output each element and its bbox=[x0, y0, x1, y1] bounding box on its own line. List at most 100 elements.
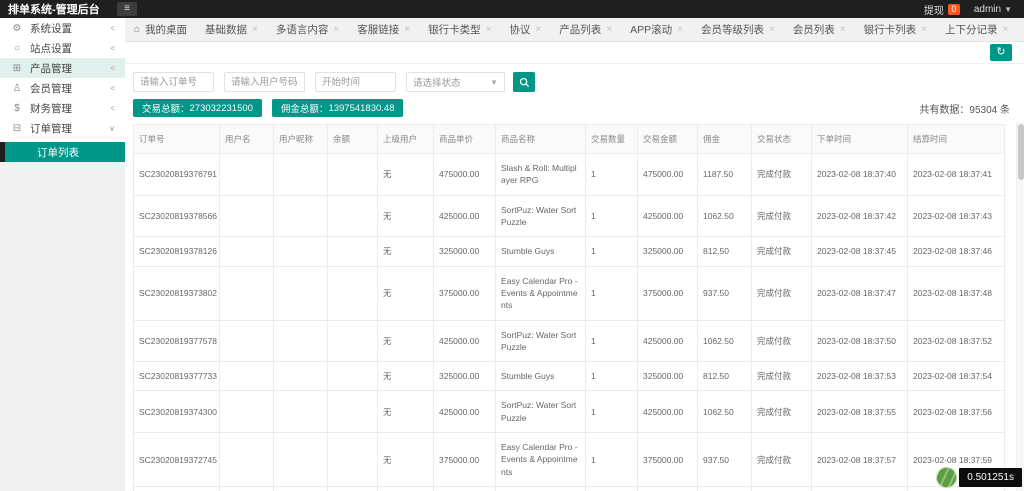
status-select[interactable]: 请选择状态 ▼ bbox=[406, 72, 505, 92]
tab-11[interactable]: 银行卡列表 × bbox=[855, 18, 936, 41]
table-row: SC23020819373802 无 375000.00 Easy Calendar … bbox=[133, 265, 1005, 321]
cell: 375000.00 bbox=[433, 265, 496, 321]
tab-3[interactable]: 多语言内容 × bbox=[267, 18, 348, 41]
tab-13[interactable]: 钱包明细× bbox=[1017, 18, 1024, 41]
sidebar-item-站点设置[interactable]: ○ 站点设置 < bbox=[0, 38, 125, 58]
cell: 2023-02-08 18:37:54 bbox=[907, 361, 1005, 392]
cell: 无 bbox=[377, 319, 434, 363]
table-row: SC23020819397095无375000.00Easy Calendar … bbox=[133, 486, 1005, 491]
tab-close-icon[interactable]: × bbox=[535, 24, 541, 35]
tab-label: 银行卡列表 bbox=[863, 24, 917, 36]
cell: 无 bbox=[377, 265, 434, 321]
sidebar-item-会员管理[interactable]: ♙ 会员管理 < bbox=[0, 78, 125, 98]
table-row: SC23020819378566 无 425000.00 SortPuz: Water… bbox=[133, 194, 1005, 238]
cell bbox=[273, 153, 328, 196]
sidebar-item-系统设置[interactable]: ⚙ 系统设置 < bbox=[0, 18, 125, 38]
chevron-down-icon: ▼ bbox=[1004, 4, 1012, 14]
cell bbox=[327, 265, 378, 321]
tab-close-icon[interactable]: × bbox=[677, 24, 683, 35]
user-menu[interactable]: admin ▼ bbox=[974, 4, 1012, 15]
sidebar-item-label: 会员管理 bbox=[30, 82, 72, 95]
search-icon bbox=[519, 77, 529, 87]
start-time-input[interactable] bbox=[315, 72, 396, 92]
sidebar-item-财务管理[interactable]: $ 财务管理 < bbox=[0, 98, 125, 118]
cell: 325000.00 bbox=[433, 236, 496, 267]
cell: 2023-02-08 18:37:48 bbox=[907, 265, 1005, 321]
column-header: 上级用户 bbox=[377, 124, 434, 154]
refresh-button[interactable]: ↻ bbox=[990, 44, 1012, 61]
admin-app: 排单系统-管理后台 ≡ 提现 0 admin ▼ ⚙ 系统设置 < ○ 站点设置 < ⊞ 产品管… bbox=[0, 0, 1024, 491]
thinkphp-icon[interactable] bbox=[936, 467, 958, 488]
tab-7[interactable]: 产品列表 × bbox=[550, 18, 621, 41]
tab-close-icon[interactable]: × bbox=[769, 24, 775, 35]
cell: 375000.00 bbox=[637, 265, 698, 321]
tab-2[interactable]: 基础数据 × bbox=[196, 18, 267, 41]
tab-9[interactable]: 会员等级列表 × bbox=[692, 18, 784, 41]
cell: 375000.00 bbox=[433, 432, 496, 487]
cell: 完成付款 bbox=[751, 265, 812, 321]
scrollbar-thumb[interactable] bbox=[1018, 124, 1024, 180]
cell: Easy Calendar Pro - Events & Appointment… bbox=[495, 265, 586, 321]
cell bbox=[273, 265, 328, 321]
sidebar: ⚙ 系统设置 < ○ 站点设置 < ⊞ 产品管理 < ♙ 会员管理 < $ 财务管理 < ⊟ 订单管理 ∨ 订单列表 bbox=[0, 18, 125, 491]
cell: SortPuz: Water Sort Puzzle bbox=[495, 194, 586, 238]
cell bbox=[273, 236, 328, 267]
tab-close-icon[interactable]: × bbox=[333, 24, 339, 35]
tab-10[interactable]: 会员列表 × bbox=[784, 18, 855, 41]
tab-close-icon[interactable]: × bbox=[252, 24, 258, 35]
search-button[interactable] bbox=[513, 72, 535, 92]
debug-widget: 0.501251s bbox=[936, 467, 1022, 488]
commission-total-label: 佣金总额： bbox=[280, 104, 329, 115]
cell: 2023-02-08 18:37:45 bbox=[811, 236, 908, 267]
tab-4[interactable]: 客服链接 × bbox=[348, 18, 419, 41]
hamburger-icon[interactable]: ≡ bbox=[117, 2, 137, 16]
tab-1[interactable]: ⌂ 我的桌面 bbox=[125, 18, 196, 41]
cell: 325000.00 bbox=[637, 236, 698, 267]
cell bbox=[273, 319, 328, 363]
tab-close-icon[interactable]: × bbox=[486, 24, 492, 35]
cell bbox=[219, 236, 274, 267]
cell bbox=[273, 361, 328, 392]
tab-12[interactable]: 上下分记录 × bbox=[936, 18, 1017, 41]
user-icon: ♙ bbox=[12, 82, 22, 94]
tab-label: 客服链接 bbox=[357, 24, 400, 36]
column-header: 余额 bbox=[327, 124, 378, 154]
user-no-input[interactable] bbox=[224, 72, 305, 92]
tab-6[interactable]: 协议 × bbox=[500, 18, 550, 41]
withdraw-link[interactable]: 提现 bbox=[924, 2, 944, 17]
tab-8[interactable]: APP滚动 × bbox=[621, 18, 692, 41]
sidebar-item-订单管理[interactable]: ⊟ 订单管理 ∨ bbox=[0, 118, 125, 138]
cell: 425000.00 bbox=[637, 319, 698, 363]
cell bbox=[273, 194, 328, 238]
cell: 1187.50 bbox=[697, 153, 752, 196]
vertical-scrollbar[interactable] bbox=[1016, 122, 1024, 491]
tab-close-icon[interactable]: × bbox=[921, 24, 927, 35]
cell: 325000.00 bbox=[433, 361, 496, 392]
table-body: SC23020819376791 无 475000.00 Slash & Roll: … bbox=[133, 153, 1005, 491]
tab-label: 银行卡类型 bbox=[428, 24, 481, 36]
cell: 完成付款 bbox=[751, 236, 812, 267]
cell: 2023-02-08 18:37:52 bbox=[907, 319, 1005, 363]
cell bbox=[219, 194, 274, 238]
sidebar-subitem-订单列表[interactable]: 订单列表 bbox=[0, 142, 125, 162]
sidebar-item-产品管理[interactable]: ⊞ 产品管理 < bbox=[0, 58, 125, 78]
tab-close-icon[interactable]: × bbox=[1003, 24, 1009, 35]
table-row: SC23020819377733 无 325000.00 Stumble Guys 1 3… bbox=[133, 361, 1005, 392]
cell: 完成付款 bbox=[751, 486, 812, 491]
debug-time: 0.501251s bbox=[959, 468, 1022, 487]
cell: 完成付款 bbox=[751, 361, 812, 392]
cell bbox=[327, 390, 378, 434]
column-header: 商品单价 bbox=[433, 124, 496, 154]
chevron-left-icon: < bbox=[110, 83, 115, 93]
cell: 325000.00 bbox=[637, 361, 698, 392]
chevron-left-icon: < bbox=[110, 63, 115, 73]
cell bbox=[219, 361, 274, 392]
order-no-input[interactable] bbox=[133, 72, 214, 92]
cell: SortPuz: Water Sort Puzzle bbox=[495, 319, 586, 363]
tab-close-icon[interactable]: × bbox=[840, 24, 846, 35]
cell: 812.50 bbox=[697, 361, 752, 392]
tab-close-icon[interactable]: × bbox=[606, 24, 612, 35]
cell: SC23020819377578 bbox=[133, 319, 220, 363]
tab-close-icon[interactable]: × bbox=[404, 24, 410, 35]
tab-5[interactable]: 银行卡类型 × bbox=[419, 18, 500, 41]
